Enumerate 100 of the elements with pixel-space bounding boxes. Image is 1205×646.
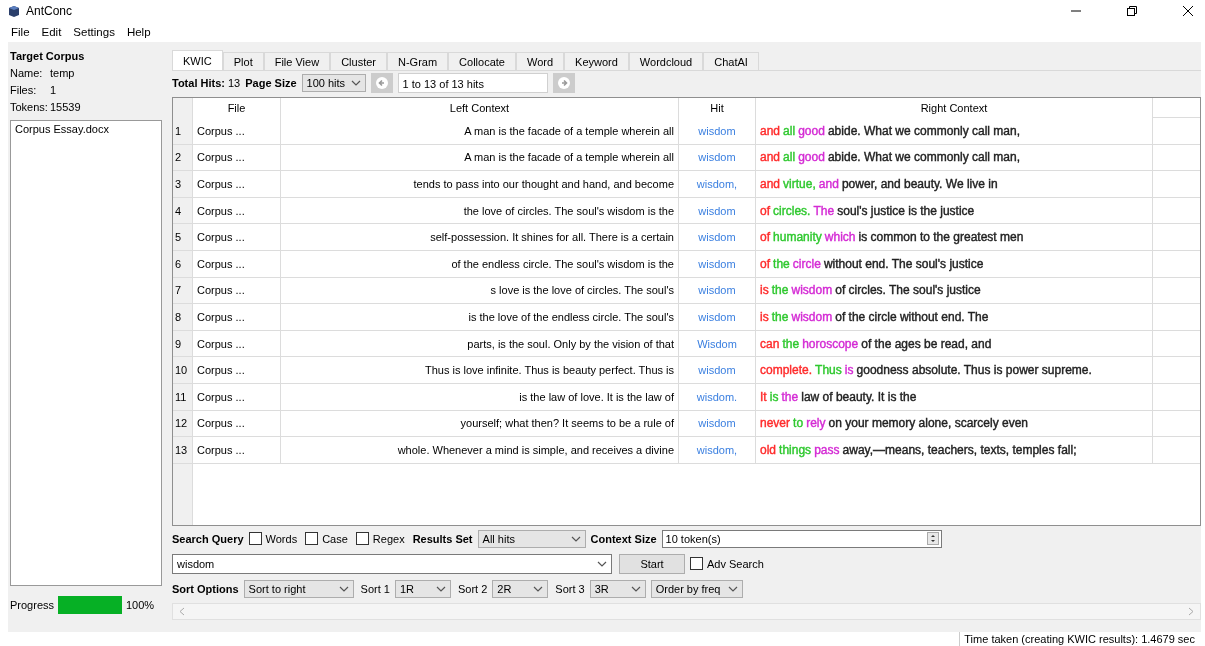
tab[interactable]: Keyword <box>564 52 629 70</box>
row-number: 13 <box>173 437 193 464</box>
checkbox[interactable] <box>305 532 319 545</box>
caret-icon <box>727 584 738 593</box>
sort-level-dropdown[interactable]: 3R <box>589 579 646 598</box>
checkbox-label[interactable]: Regex <box>372 532 405 545</box>
tab[interactable]: Word <box>515 52 565 70</box>
tab[interactable]: KWIC <box>172 50 223 70</box>
table-cell: wisdom <box>679 410 756 438</box>
tab[interactable]: Plot <box>222 52 264 70</box>
context-size-label: Context Size <box>590 532 657 545</box>
file-list-item[interactable]: Corpus Essay.docx <box>15 123 157 135</box>
menu-item[interactable]: Edit <box>41 26 62 38</box>
page-size-dropdown[interactable]: 100 hits <box>301 74 366 92</box>
row-number: 4 <box>173 197 193 225</box>
row-number: 10 <box>173 357 193 384</box>
menu-item[interactable]: Help <box>126 26 151 38</box>
checkbox-label[interactable]: Words <box>265 532 298 545</box>
table-cell: Wisdom <box>679 330 756 358</box>
table-cell: is the love of the endless circle. The soul's <box>281 304 679 331</box>
row-number: 5 <box>173 224 193 251</box>
horizontal-scrollbar[interactable] <box>172 603 1201 620</box>
table-cell: wisdom, <box>679 437 756 464</box>
tab[interactable]: Collocate <box>448 52 516 70</box>
table-cell: Corpus ... <box>193 277 281 305</box>
row-number: 11 <box>173 383 193 411</box>
field-label: Files: <box>10 84 38 96</box>
table-cell: Corpus ... <box>193 357 281 384</box>
table-cell: tends to pass into our thought and hand, and become <box>281 171 679 198</box>
table-cell: wisdom <box>679 118 756 145</box>
column-header[interactable]: File <box>193 98 281 118</box>
spinner-icon <box>926 532 939 545</box>
table-cell: and virtue, and power, and beauty. We live in <box>756 171 1153 198</box>
table-cell: wisdom <box>679 250 756 278</box>
caret-icon <box>597 559 607 568</box>
page-size-label: Page Size <box>245 77 297 89</box>
checkbox[interactable] <box>248 532 262 545</box>
checkbox-label[interactable]: Adv Search <box>707 557 764 570</box>
row-number: 8 <box>173 304 193 331</box>
checkbox[interactable] <box>690 557 703 570</box>
column-header[interactable]: Right Context <box>756 98 1153 118</box>
tab[interactable]: ChatAI <box>703 52 759 70</box>
checkbox-label[interactable]: Case <box>322 532 348 545</box>
results-set-label: Results Set <box>412 532 473 545</box>
table-cell: self-possession. It shines for all. There is a certain <box>281 224 679 251</box>
arrow-left-icon <box>375 77 388 89</box>
row-number: 9 <box>173 330 193 358</box>
restore-icon <box>1127 6 1137 16</box>
arrow-right-icon <box>557 77 570 89</box>
total-hits-label: Total Hits: <box>172 77 225 89</box>
tab[interactable]: Wordcloud <box>628 52 704 70</box>
sort-mode-dropdown[interactable]: Sort to right <box>243 579 354 598</box>
tab[interactable]: Cluster <box>330 52 387 70</box>
table-cell: never to rely on your memory alone, scarcely even <box>756 410 1153 438</box>
checkbox[interactable] <box>355 532 369 545</box>
tab[interactable]: N-Gram <box>387 52 449 70</box>
menu-item[interactable]: File <box>11 26 30 38</box>
menu-item[interactable]: Settings <box>73 26 115 38</box>
row-number: 3 <box>173 171 193 198</box>
table-cell: A man is the facade of a temple wherein all <box>281 144 679 172</box>
sort-order-dropdown[interactable]: Order by freq <box>650 579 743 598</box>
table-cell: Corpus ... <box>193 171 281 198</box>
field-value: 15539 <box>50 101 81 113</box>
table-cell: old things pass away,—means, teachers, texts, temples fall; <box>756 437 1153 464</box>
table-cell: of circles. The soul's justice is the justice <box>756 197 1153 225</box>
field-label: Tokens: <box>10 101 49 113</box>
table-cell: Corpus ... <box>193 437 281 464</box>
results-set-dropdown[interactable]: All hits <box>477 529 586 548</box>
context-size-field[interactable]: 10 token(s) <box>661 529 942 548</box>
table-cell: is the law of love. It is the law of <box>281 383 679 411</box>
status-text: Time taken (creating KWIC results): 1.4679 sec <box>959 632 1197 646</box>
search-query-label: Search Query <box>172 532 244 545</box>
table-cell: complete. Thus is goodness absolute. Thus is power supreme. <box>756 357 1153 384</box>
sort-level-dropdown[interactable]: 2R <box>492 579 549 598</box>
row-header-gutter <box>173 463 193 525</box>
table-cell: Corpus ... <box>193 118 281 145</box>
hit-range-field[interactable]: 1 to 13 of 13 hits <box>397 73 548 93</box>
caret-icon <box>338 584 349 593</box>
window-title: AntConc <box>26 4 73 18</box>
table-cell: wisdom, <box>679 171 756 198</box>
table-cell: Corpus ... <box>193 410 281 438</box>
sort-level-label: Sort 3 <box>555 582 585 595</box>
table-cell: Corpus ... <box>193 304 281 331</box>
row-number: 2 <box>173 144 193 172</box>
column-header[interactable]: Left Context <box>281 98 679 118</box>
sort-level-dropdown[interactable]: 1R <box>394 579 451 598</box>
field-label: Name: <box>10 67 44 79</box>
table-cell: and all good abide. What we commonly call man, <box>756 118 1153 145</box>
table-cell: can the horoscope of the ages be read, and <box>756 330 1153 358</box>
start-button[interactable]: Start <box>619 553 685 574</box>
row-number: 7 <box>173 277 193 305</box>
search-query-field[interactable]: wisdom <box>172 553 612 574</box>
caret-icon <box>533 584 544 593</box>
column-header[interactable]: Hit <box>679 98 756 118</box>
table-cell: wisdom <box>679 304 756 331</box>
tab[interactable]: File View <box>263 52 331 70</box>
table-cell: the love of circles. The soul's wisdom is the <box>281 197 679 225</box>
table-cell: of humanity which is common to the greatest men <box>756 224 1153 251</box>
caret-icon <box>350 79 361 87</box>
sort-level-label: Sort 2 <box>457 582 488 595</box>
